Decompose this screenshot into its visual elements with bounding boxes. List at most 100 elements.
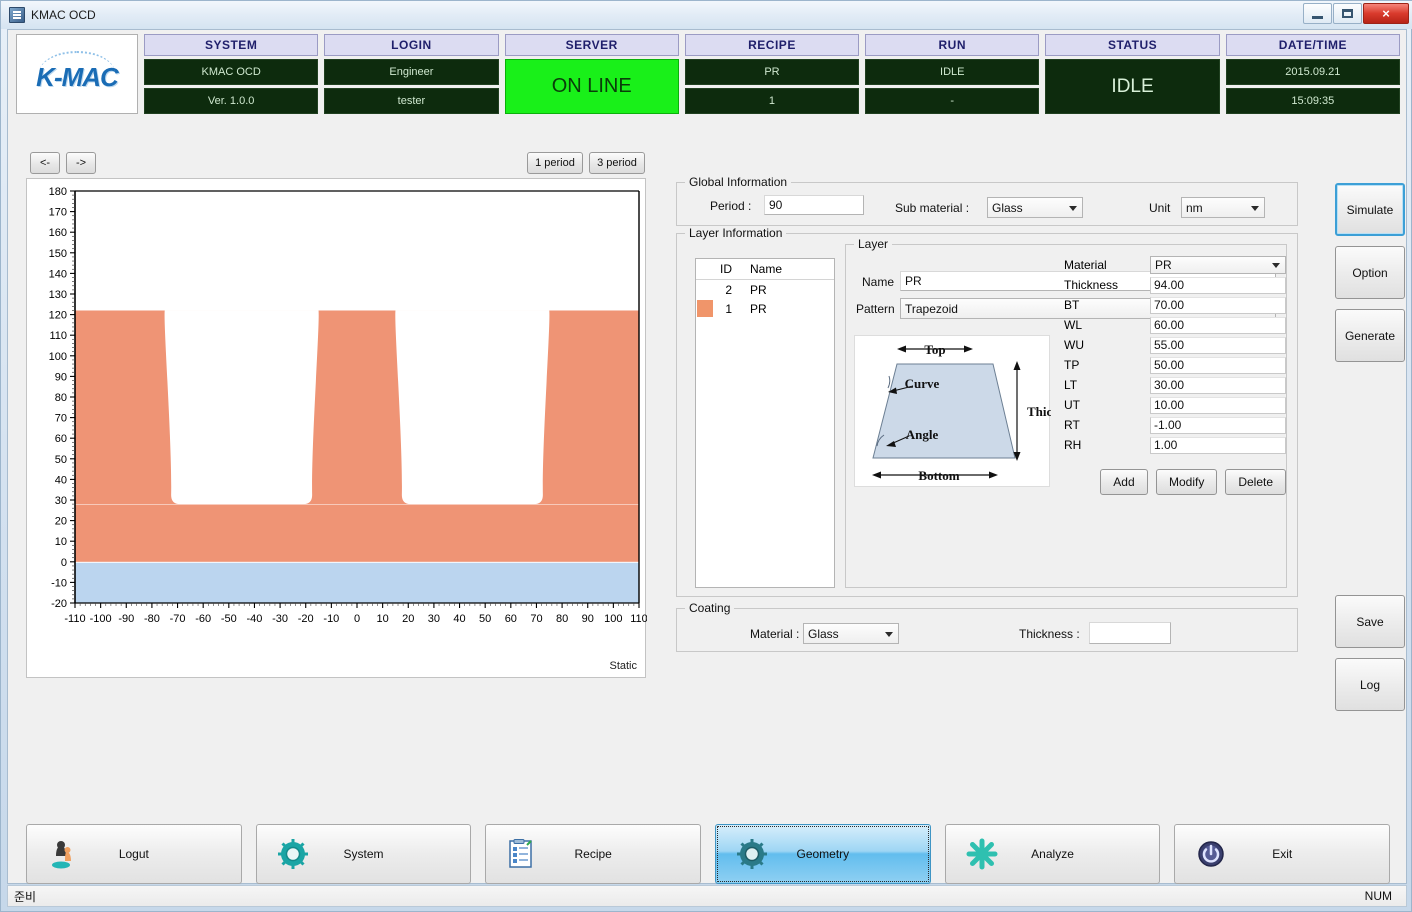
param-row-tp: TP xyxy=(1064,355,1286,375)
simulate-button[interactable]: Simulate xyxy=(1335,183,1405,236)
save-button[interactable]: Save xyxy=(1335,595,1405,648)
svg-text:120: 120 xyxy=(49,310,67,322)
trapezoid-diagram: Top Bottom Curve Angle Thickness xyxy=(854,335,1083,487)
next-button[interactable]: -> xyxy=(66,152,96,174)
sub-material-value: Glass xyxy=(992,200,1023,215)
wl-input[interactable] xyxy=(1150,316,1286,334)
wu-input[interactable] xyxy=(1150,336,1286,354)
material-select[interactable]: PR xyxy=(1150,256,1286,274)
bottom-navigation: Logut System Recipe Geometry Analyze Exi… xyxy=(26,824,1391,884)
nav-button-analyze[interactable]: Analyze xyxy=(944,824,1161,884)
lt-input[interactable] xyxy=(1150,376,1286,394)
coating-legend: Coating xyxy=(685,601,735,615)
nav-button-recipe[interactable]: Recipe xyxy=(485,824,702,884)
svg-text:70: 70 xyxy=(530,613,542,625)
table-row[interactable]: 2 PR xyxy=(696,280,834,299)
ut-input[interactable] xyxy=(1150,396,1286,414)
svg-text:30: 30 xyxy=(55,495,67,507)
svg-text:100: 100 xyxy=(49,351,67,363)
thickness-input[interactable] xyxy=(1150,276,1286,294)
status-bar-message: 준비 xyxy=(14,889,37,904)
rh-input[interactable] xyxy=(1150,436,1286,454)
layer-pattern-value: Trapezoid xyxy=(905,301,958,316)
nav-button-geometry[interactable]: Geometry xyxy=(715,824,931,884)
unit-value: nm xyxy=(1186,200,1203,215)
svg-text:-10: -10 xyxy=(323,613,339,625)
param-label: TP xyxy=(1064,358,1080,372)
chevron-down-icon xyxy=(1272,263,1280,268)
three-period-button[interactable]: 3 period xyxy=(589,152,645,174)
svg-text:-20: -20 xyxy=(51,598,67,610)
header-value-run-1: IDLE xyxy=(865,59,1040,85)
sub-material-label: Sub material : xyxy=(895,201,970,215)
svg-text:70: 70 xyxy=(55,413,67,425)
period-buttons: 1 period 3 period xyxy=(527,152,645,174)
nav-button-exit[interactable]: Exit xyxy=(1174,824,1391,884)
modify-button[interactable]: Modify xyxy=(1155,469,1218,495)
add-button[interactable]: Add xyxy=(1099,469,1148,495)
svg-text:180: 180 xyxy=(49,186,67,198)
param-row-lt: LT xyxy=(1064,375,1286,395)
rt-input[interactable] xyxy=(1150,416,1286,434)
power-icon xyxy=(1195,838,1227,870)
asterisk-icon xyxy=(966,838,998,870)
svg-text:80: 80 xyxy=(556,613,568,625)
layer-parameters: Material PR Thickness BT xyxy=(1064,255,1286,495)
svg-text:80: 80 xyxy=(55,392,67,404)
sub-material-select[interactable]: Glass xyxy=(987,197,1083,218)
nav-button-logout[interactable]: Logut xyxy=(26,824,242,884)
nav-label: Recipe xyxy=(574,847,612,861)
layer-pattern-label: Pattern xyxy=(856,302,895,316)
svg-text:-40: -40 xyxy=(247,613,263,625)
status-header: K-MAC SYSTEM KMAC OCD Ver. 1.0.0 LOGIN E… xyxy=(16,34,1400,114)
layer-information-legend: Layer Information xyxy=(685,226,787,240)
layer-list-table[interactable]: ID Name 2 PR 1 PR xyxy=(695,258,835,588)
layer-list-col-name: Name xyxy=(750,262,783,276)
svg-text:30: 30 xyxy=(428,613,440,625)
global-information-legend: Global Information xyxy=(685,175,792,189)
table-row[interactable]: 1 PR xyxy=(696,299,834,318)
header-col-system: SYSTEM KMAC OCD Ver. 1.0.0 xyxy=(144,34,319,114)
kmac-logo: K-MAC xyxy=(16,34,138,114)
prev-button[interactable]: <- xyxy=(30,152,60,174)
one-period-button[interactable]: 1 period xyxy=(527,152,583,174)
svg-text:60: 60 xyxy=(55,433,67,445)
coating-group: Coating Material : Glass Thickness : xyxy=(676,601,1298,652)
header-value-login-1: Engineer xyxy=(324,59,499,85)
coating-material-select[interactable]: Glass xyxy=(803,623,899,644)
option-button[interactable]: Option xyxy=(1335,246,1405,299)
coating-thickness-input[interactable] xyxy=(1089,622,1171,644)
header-value-recipe-2: 1 xyxy=(684,88,860,114)
layer-color-swatch xyxy=(697,300,713,317)
coating-thickness-label: Thickness : xyxy=(1019,627,1080,641)
svg-text:-20: -20 xyxy=(298,613,314,625)
svg-text:40: 40 xyxy=(453,613,465,625)
close-button[interactable]: × xyxy=(1363,3,1409,24)
param-row-ut: UT xyxy=(1064,395,1286,415)
delete-button[interactable]: Delete xyxy=(1225,469,1286,495)
maximize-button[interactable] xyxy=(1333,3,1362,24)
param-row-rh: RH xyxy=(1064,435,1286,455)
header-col-server: SERVER ON LINE xyxy=(504,34,679,114)
tp-input[interactable] xyxy=(1150,356,1286,374)
chevron-down-icon xyxy=(885,631,893,637)
nav-label: Exit xyxy=(1272,847,1293,861)
nav-button-system[interactable]: System xyxy=(255,824,472,884)
chevron-down-icon xyxy=(1251,205,1259,211)
layer-detail-legend: Layer xyxy=(854,237,893,251)
header-value-time: 15:09:35 xyxy=(1225,88,1400,114)
log-button[interactable]: Log xyxy=(1335,658,1405,711)
header-value-system-2: Ver. 1.0.0 xyxy=(144,88,319,114)
unit-label: Unit xyxy=(1149,201,1171,215)
param-label: RT xyxy=(1064,418,1080,432)
geometry-plot-svg: -20-100102030405060708090100110120130140… xyxy=(49,186,648,625)
minimize-button[interactable] xyxy=(1303,3,1332,24)
svg-text:-70: -70 xyxy=(170,613,186,625)
unit-select[interactable]: nm xyxy=(1181,197,1265,218)
svg-text:110: 110 xyxy=(630,613,647,625)
nav-label: Geometry xyxy=(796,847,850,861)
svg-text:130: 130 xyxy=(49,289,67,301)
bt-input[interactable] xyxy=(1150,296,1286,314)
generate-button[interactable]: Generate xyxy=(1335,309,1405,362)
period-input[interactable]: 90 xyxy=(764,195,864,215)
